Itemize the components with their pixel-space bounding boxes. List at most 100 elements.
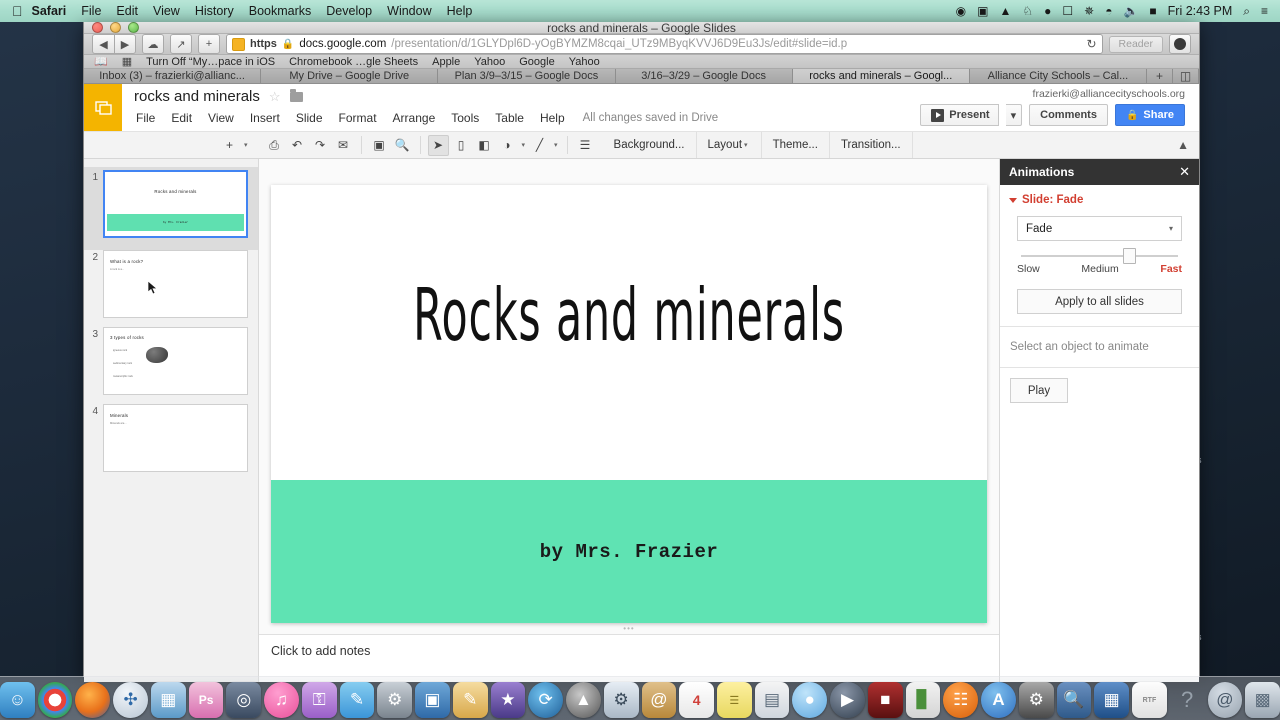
- dock-item-messages[interactable]: ●: [792, 682, 828, 718]
- slide-thumbnail[interactable]: 3 types of rocks igneous rock sedimentar…: [103, 327, 248, 395]
- account-email[interactable]: frazierki@alliancecityschools.org: [1033, 88, 1185, 100]
- wifi-icon[interactable]: ◓: [1105, 5, 1112, 17]
- slides-menu-format[interactable]: Format: [331, 109, 385, 127]
- browser-tab-1[interactable]: My Drive – Google Drive: [261, 69, 439, 83]
- dock-item-facetime[interactable]: ▶: [830, 682, 865, 718]
- page-title[interactable]: rocks and minerals: [134, 88, 260, 105]
- dock-item-pages[interactable]: ✎: [452, 682, 488, 718]
- bookmark-item-2[interactable]: Apple: [432, 56, 460, 68]
- dock-item-safari[interactable]: ✣: [113, 682, 148, 718]
- share-button[interactable]: 🔒 Share: [1114, 104, 1185, 126]
- theme-button[interactable]: Theme...: [762, 132, 830, 158]
- dock-item-launchpad[interactable]: ▦: [150, 682, 186, 718]
- zoom-window-button[interactable]: [128, 22, 139, 33]
- menu-item-help[interactable]: Help: [447, 4, 473, 18]
- dock-item-help-question[interactable]: ?: [1170, 682, 1205, 718]
- close-icon[interactable]: ✕: [1179, 164, 1190, 180]
- dock-item-rocket[interactable]: ▲: [566, 682, 601, 718]
- apply-to-all-slides-button[interactable]: Apply to all slides: [1017, 289, 1182, 314]
- close-window-button[interactable]: [92, 22, 103, 33]
- dock-item-system-prefs-old[interactable]: ⚙: [377, 682, 413, 718]
- dock-item-contacts[interactable]: @: [641, 682, 677, 718]
- dock-item-system-preferences[interactable]: ⚙: [1018, 682, 1054, 718]
- print-icon[interactable]: ⎙: [264, 135, 285, 156]
- reader-button[interactable]: Reader: [1108, 35, 1163, 53]
- speed-slider[interactable]: [1021, 248, 1178, 264]
- speed-slider-thumb[interactable]: [1123, 248, 1137, 264]
- filmstrip-slide-1[interactable]: 1 Rocks and minerals by Mrs. Frazier: [84, 167, 258, 250]
- menu-item-view[interactable]: View: [153, 4, 180, 18]
- text-box-icon[interactable]: ▯: [451, 135, 472, 156]
- bookmark-item-4[interactable]: Google: [519, 56, 554, 68]
- airplay-icon[interactable]: ☐: [1062, 5, 1073, 17]
- dock-item-downloads-folder[interactable]: ▦: [1094, 682, 1130, 718]
- shape-dropdown-icon[interactable]: ▾: [520, 141, 528, 149]
- select-arrow-icon[interactable]: ➤: [427, 134, 449, 156]
- slide-thumbnail[interactable]: Minerals Minerals are...: [103, 404, 248, 472]
- share-icon[interactable]: ↗: [170, 34, 192, 54]
- back-arrow-icon[interactable]: ◀: [92, 34, 114, 54]
- bookmark-item-5[interactable]: Yahoo: [569, 56, 600, 68]
- slides-menu-insert[interactable]: Insert: [242, 109, 288, 127]
- slide-filmstrip[interactable]: 1 Rocks and minerals by Mrs. Frazier 2 W…: [84, 159, 259, 682]
- menu-item-develop[interactable]: Develop: [326, 4, 372, 18]
- notes-resize-handle[interactable]: •••: [259, 623, 999, 634]
- dock-item-chrome[interactable]: [37, 682, 73, 718]
- downloads-icon[interactable]: [1169, 34, 1191, 54]
- comments-button[interactable]: Comments: [1029, 104, 1108, 126]
- paint-format-icon[interactable]: ✉: [333, 135, 354, 156]
- present-button[interactable]: Present: [920, 104, 999, 126]
- background-button[interactable]: Background...: [603, 132, 697, 158]
- browser-tab-5[interactable]: Alliance City Schools – Cal...: [969, 69, 1148, 83]
- line-dropdown-icon[interactable]: ▾: [552, 141, 560, 149]
- volume-icon[interactable]: 🔈: [1123, 5, 1138, 17]
- current-slide[interactable]: Rocks and minerals by Mrs. Frazier: [271, 185, 987, 623]
- apple-icon[interactable]: : [12, 4, 23, 18]
- redo-icon[interactable]: ↷: [310, 135, 331, 156]
- record-icon[interactable]: ◉: [956, 5, 966, 17]
- zoom-icon[interactable]: 🔍: [392, 135, 413, 156]
- dock-item-stickies[interactable]: ☰: [716, 682, 752, 718]
- dock-item-time-machine[interactable]: ⟳: [528, 682, 564, 718]
- slides-menu-slide[interactable]: Slide: [288, 109, 331, 127]
- dock-item-keychain[interactable]: ⚿: [301, 682, 337, 718]
- app-icon[interactable]: ●: [1044, 5, 1051, 17]
- bookmark-item-1[interactable]: Chromebook …gle Sheets: [289, 56, 418, 68]
- dock-item-imovie[interactable]: ★: [490, 682, 526, 718]
- slides-menu-file[interactable]: File: [134, 109, 163, 127]
- transition-effect-select[interactable]: Fade ▾: [1017, 216, 1182, 241]
- dock-item-finder[interactable]: ☺: [0, 682, 35, 718]
- menu-item-safari[interactable]: Safari: [32, 4, 67, 18]
- forward-arrow-icon[interactable]: ▶: [114, 34, 136, 54]
- slides-menu-help[interactable]: Help: [532, 109, 573, 127]
- filmstrip-slide-2[interactable]: 2 What is a rock? A rock is a...: [84, 250, 258, 327]
- browser-tab-4[interactable]: rocks and minerals – Googl...: [792, 69, 970, 83]
- layout-button[interactable]: Layout ▾: [697, 132, 762, 158]
- slide-transition-header[interactable]: Slide: Fade: [1009, 194, 1190, 206]
- menu-item-edit[interactable]: Edit: [116, 4, 138, 18]
- slide-thumbnail[interactable]: What is a rock? A rock is a...: [103, 250, 248, 318]
- collapse-chevron-icon[interactable]: ▲: [1177, 138, 1189, 152]
- icloud-tabs-icon[interactable]: ☁: [142, 34, 164, 54]
- show-all-tabs-icon[interactable]: ◫: [1173, 69, 1200, 83]
- battery-icon[interactable]: ■: [1149, 5, 1156, 17]
- transition-button[interactable]: Transition...: [830, 132, 913, 158]
- dock-item-notes-app[interactable]: ✎: [339, 682, 375, 718]
- dock-item-itunes[interactable]: ♫: [264, 682, 299, 718]
- menu-item-file[interactable]: File: [81, 4, 101, 18]
- dock-item-dictionary[interactable]: ▤: [754, 682, 790, 718]
- shape-icon[interactable]: ◑: [497, 135, 518, 156]
- new-tab-icon[interactable]: +: [1147, 69, 1174, 83]
- address-bar[interactable]: https 🔒 docs.google.com /presentation/d/…: [226, 34, 1103, 54]
- dock-item-calendar[interactable]: 4: [679, 682, 714, 718]
- dock-item-ibooks[interactable]: ☷: [943, 682, 979, 718]
- slides-menu-arrange[interactable]: Arrange: [385, 109, 444, 127]
- star-icon[interactable]: ☆: [269, 89, 281, 105]
- dock-item-final-cut[interactable]: ■: [867, 682, 903, 718]
- new-tab-plus-button[interactable]: +: [198, 34, 220, 54]
- new-slide-dropdown-icon[interactable]: ▾: [242, 141, 250, 149]
- menu-item-window[interactable]: Window: [387, 4, 431, 18]
- fit-to-window-icon[interactable]: ▣: [369, 135, 390, 156]
- slides-menu-tools[interactable]: Tools: [443, 109, 487, 127]
- top-sites-icon[interactable]: ▦: [122, 55, 132, 68]
